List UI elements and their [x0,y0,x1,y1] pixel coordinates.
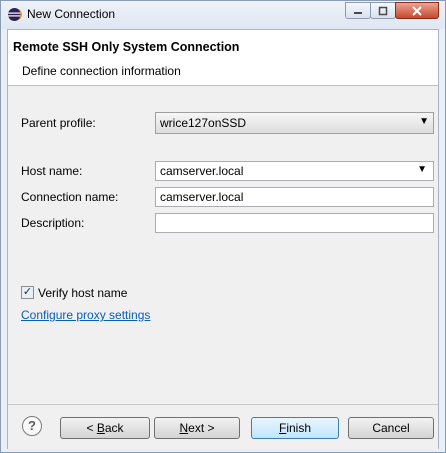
next-rest: ext > [188,421,215,435]
host-name-label: Host name: [21,164,83,178]
button-bar: ? < Back Next > Finish Cancel [8,404,438,449]
wizard-banner: Remote SSH Only System Connection Define… [8,30,438,86]
maximize-button[interactable] [370,2,396,19]
connection-name-field[interactable]: camserver.local [155,187,434,207]
parent-profile-value: wrice127onSSD [160,116,247,130]
connection-name-label: Connection name: [21,190,119,204]
new-connection-window: New Connection Remote SSH Only System Co… [0,0,446,453]
minimize-button[interactable] [345,2,371,19]
eclipse-icon [7,7,22,22]
form-area: Parent profile: wrice127onSSD ▼ Host nam… [8,86,438,404]
help-icon: ? [28,418,36,433]
banner-title: Remote SSH Only System Connection [13,40,240,54]
back-prefix: < [86,421,97,435]
back-rest: ack [104,421,124,435]
finish-rest: inish [286,421,312,435]
parent-profile-dropdown[interactable]: wrice127onSSD ▼ [155,112,434,134]
host-name-combo[interactable]: camserver.local ▼ [155,161,434,181]
configure-proxy-link[interactable]: Configure proxy settings [21,308,150,322]
help-button[interactable]: ? [22,416,42,436]
description-label: Description: [21,216,85,230]
dialog-content: Remote SSH Only System Connection Define… [7,29,439,449]
cancel-button[interactable]: Cancel [348,417,434,439]
window-controls [345,2,439,20]
verify-host-label[interactable]: Verify host name [38,286,127,300]
banner-subtitle: Define connection information [22,64,181,78]
checkmark-icon: ✓ [22,286,33,298]
chevron-down-icon: ▼ [419,116,429,127]
next-button[interactable]: Next > [154,417,240,439]
chevron-down-icon[interactable]: ▼ [417,164,427,175]
connection-name-value: camserver.local [160,190,244,204]
close-button[interactable] [395,2,439,19]
finish-button[interactable]: Finish [251,417,339,439]
maximize-icon [378,6,388,15]
minimize-icon [354,11,362,14]
back-button[interactable]: < Back [60,417,150,439]
parent-profile-label: Parent profile: [21,116,96,130]
close-icon [412,5,422,16]
host-name-value: camserver.local [160,164,244,178]
next-mnemonic: N [179,421,189,435]
window-title: New Connection [27,7,116,21]
title-bar[interactable]: New Connection [1,1,445,29]
description-field[interactable] [155,213,434,233]
back-mnemonic: B [96,421,105,435]
verify-host-checkbox[interactable]: ✓ [21,286,34,299]
